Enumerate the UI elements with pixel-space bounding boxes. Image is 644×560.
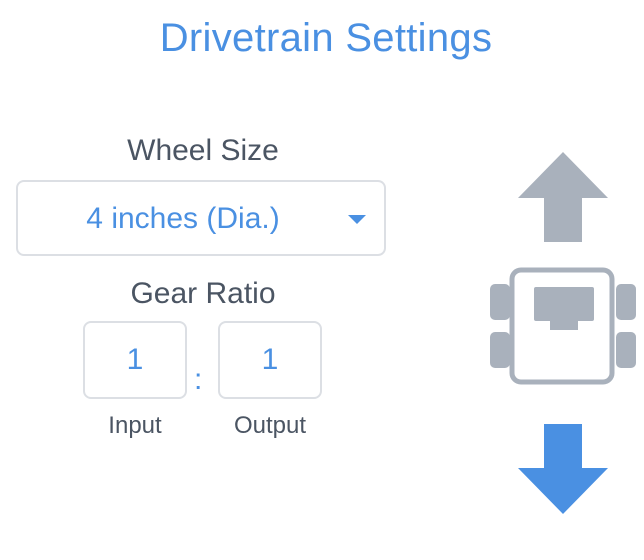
wheel-size-label: Wheel Size — [127, 134, 279, 167]
input-label: Input — [108, 412, 162, 439]
gear-output-field[interactable]: 1 — [218, 321, 322, 399]
wheel-size-value: 4 inches (Dia.) — [86, 202, 280, 235]
wheel-size-dropdown[interactable]: 4 inches (Dia.) — [16, 180, 386, 256]
gear-ratio-label: Gear Ratio — [130, 277, 276, 310]
robot-top-view-icon — [490, 267, 636, 385]
output-label: Output — [233, 412, 307, 439]
gear-input-field[interactable]: 1 — [83, 321, 187, 399]
ratio-separator: : — [194, 363, 203, 396]
arrow-down-icon[interactable] — [518, 424, 608, 514]
caret-down-icon — [348, 215, 366, 224]
page-title: Drivetrain Settings — [159, 16, 493, 60]
arrow-up-icon[interactable] — [518, 152, 608, 242]
